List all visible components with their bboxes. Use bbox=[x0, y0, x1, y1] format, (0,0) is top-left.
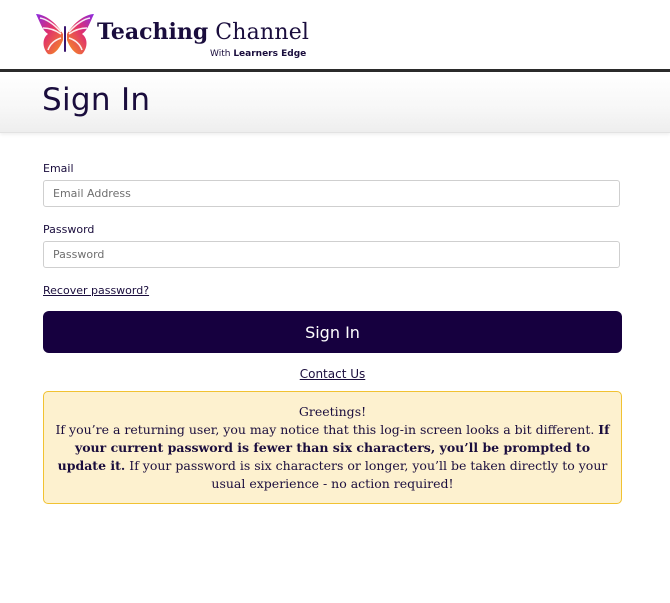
brand-name-light: Channel bbox=[215, 20, 310, 45]
butterfly-logo-icon bbox=[36, 14, 94, 55]
email-label: Email bbox=[43, 162, 74, 175]
password-label: Password bbox=[43, 223, 95, 236]
email-input[interactable] bbox=[43, 180, 620, 207]
contact-us-row: Contact Us bbox=[43, 367, 622, 381]
brand-name-bold: Teaching bbox=[97, 19, 209, 45]
brand-tagline-prefix: With bbox=[210, 49, 231, 59]
brand-tagline-bold: Learners Edge bbox=[233, 49, 307, 59]
sign-in-button[interactable]: Sign In bbox=[43, 311, 622, 353]
greetings-notice: Greetings! If you’re a returning user, y… bbox=[43, 391, 622, 504]
page-title-band: Sign In bbox=[0, 72, 670, 133]
notice-heading: Greetings! bbox=[298, 404, 367, 419]
brand-name: Teaching Channel bbox=[97, 19, 309, 45]
teaching-channel-logo[interactable]: Teaching Channel With Learners Edge bbox=[34, 12, 314, 60]
page-title: Sign In bbox=[42, 82, 151, 118]
brand-tagline: With Learners Edge bbox=[210, 49, 306, 59]
notice-text-outro: If your password is six characters or lo… bbox=[129, 458, 608, 491]
notice-text-intro: If you’re a returning user, you may noti… bbox=[55, 422, 595, 437]
password-input[interactable] bbox=[43, 241, 620, 268]
contact-us-link[interactable]: Contact Us bbox=[300, 367, 366, 381]
site-header: Teaching Channel With Learners Edge bbox=[0, 0, 670, 69]
notice-body: If you’re a returning user, you may noti… bbox=[55, 422, 609, 491]
recover-password-link[interactable]: Recover password? bbox=[43, 284, 149, 297]
